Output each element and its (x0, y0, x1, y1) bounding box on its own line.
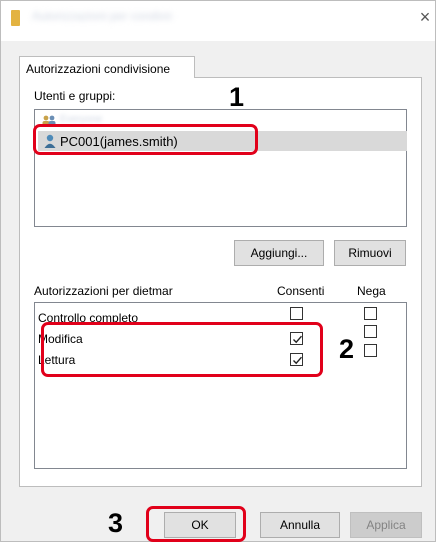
remove-button[interactable]: Rimuovi (334, 240, 406, 266)
title-bar: Autorizzazioni per condivisione × (1, 1, 435, 41)
checkbox-modify-deny[interactable] (364, 325, 377, 338)
checkbox-full-control-deny[interactable] (364, 307, 377, 320)
permissions-header: Autorizzazioni per dietmar (34, 284, 173, 298)
close-icon[interactable]: × (416, 6, 434, 28)
folder-icon (11, 10, 20, 26)
column-deny: Nega (357, 284, 386, 298)
add-button[interactable]: Aggiungi... (234, 240, 324, 266)
callout-box-1 (33, 124, 258, 155)
callout-number-2: 2 (339, 334, 355, 364)
column-allow: Consenti (277, 284, 325, 298)
checkbox-full-control-allow[interactable] (290, 307, 303, 320)
checkbox-read-deny[interactable] (364, 344, 377, 357)
callout-box-3 (146, 506, 246, 542)
users-groups-label: Utenti e gruppi: (34, 89, 116, 103)
window-title: Autorizzazioni per condivisione (32, 9, 172, 23)
tab-share-permissions[interactable]: Autorizzazioni condivisione (19, 56, 195, 78)
callout-box-2 (41, 322, 323, 377)
callout-number-1: 1 (229, 82, 245, 112)
callout-number-3: 3 (108, 508, 124, 538)
cancel-button[interactable]: Annulla (260, 512, 340, 538)
apply-button[interactable]: Applica (350, 512, 422, 538)
